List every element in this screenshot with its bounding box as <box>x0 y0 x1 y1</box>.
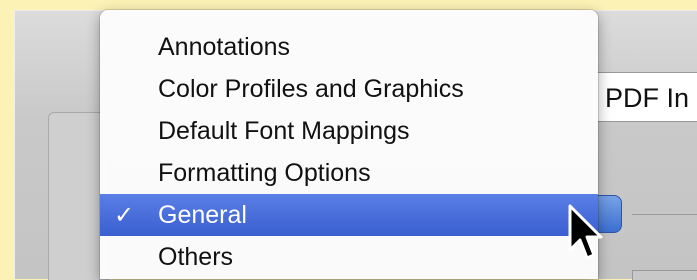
menu-item-default-font-mappings[interactable]: Default Font Mappings <box>100 110 598 152</box>
menu-item-label: Others <box>158 243 234 271</box>
popup-menu: Annotations Color Profiles and Graphics … <box>100 10 598 279</box>
arrow-cursor-icon <box>568 204 603 260</box>
menu-item-label: Default Font Mappings <box>158 117 410 145</box>
checkmark-icon: ✓ <box>114 201 135 229</box>
menu-item-label: Color Profiles and Graphics <box>158 75 464 103</box>
menu-item-color-profiles[interactable]: Color Profiles and Graphics <box>100 68 598 110</box>
separator-line <box>632 214 697 215</box>
menu-item-formatting-options[interactable]: Formatting Options <box>100 152 598 194</box>
menu-item-label: General <box>158 201 247 229</box>
pdf-text-field[interactable]: PDF In <box>590 72 697 122</box>
menu-item-label: Formatting Options <box>158 159 371 187</box>
menu-item-label: Annotations <box>158 33 291 61</box>
menu-item-annotations[interactable]: Annotations <box>100 26 598 68</box>
menu-item-general[interactable]: ✓ General <box>100 194 598 236</box>
menu-item-others[interactable]: Others <box>100 236 598 278</box>
